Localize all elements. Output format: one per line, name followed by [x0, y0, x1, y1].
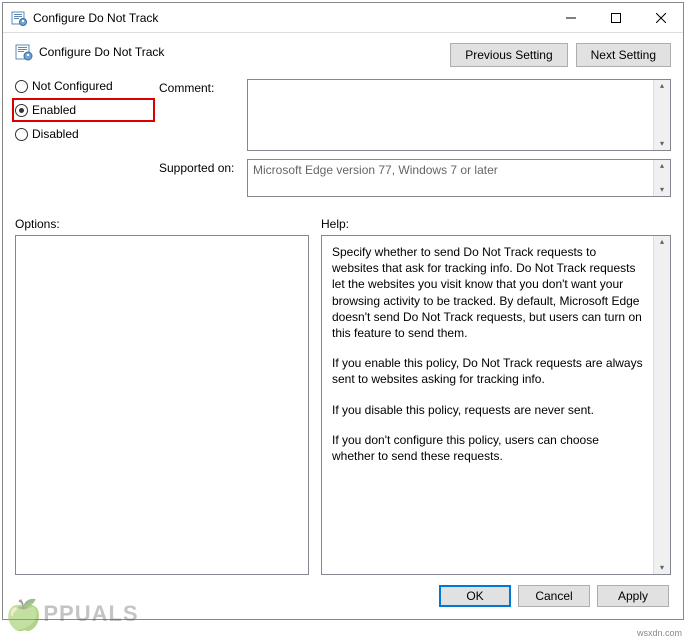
- header-row: Configure Do Not Track Previous Setting …: [15, 43, 671, 67]
- scrollbar[interactable]: ▴ ▾: [653, 160, 670, 196]
- panels: Specify whether to send Do Not Track req…: [15, 235, 671, 575]
- header-left: Configure Do Not Track: [15, 43, 164, 61]
- comment-text: [248, 80, 653, 150]
- scroll-down-icon: ▾: [660, 184, 664, 196]
- options-panel: [15, 235, 309, 575]
- dialog-window: Configure Do Not Track: [2, 2, 684, 620]
- help-p1: Specify whether to send Do Not Track req…: [332, 244, 643, 341]
- apply-button[interactable]: Apply: [597, 585, 669, 607]
- comment-input[interactable]: ▴ ▾: [247, 79, 671, 151]
- help-p2: If you enable this policy, Do Not Track …: [332, 355, 643, 387]
- mid-labels: Options: Help:: [15, 217, 671, 231]
- window-controls: [548, 3, 683, 32]
- comment-label: Comment:: [159, 79, 239, 151]
- supported-display: Microsoft Edge version 77, Windows 7 or …: [247, 159, 671, 197]
- help-p3: If you disable this policy, requests are…: [332, 402, 643, 418]
- policy-icon: [15, 43, 33, 61]
- scroll-down-icon: ▾: [660, 562, 664, 574]
- site-watermark: wsxdn.com: [637, 628, 682, 638]
- previous-setting-button[interactable]: Previous Setting: [450, 43, 567, 67]
- leaf-icon: 🍏: [5, 599, 43, 632]
- nav-buttons: Previous Setting Next Setting: [450, 43, 671, 67]
- help-panel: Specify whether to send Do Not Track req…: [321, 235, 671, 575]
- radio-enabled[interactable]: Enabled: [12, 98, 155, 122]
- scrollbar[interactable]: ▴ ▾: [653, 80, 670, 150]
- supported-label: Supported on:: [159, 159, 239, 197]
- minimize-button[interactable]: [548, 3, 593, 32]
- radio-not-configured[interactable]: Not Configured: [15, 79, 147, 93]
- radio-icon: [15, 128, 28, 141]
- state-radio-group: Not Configured Enabled Disabled: [15, 79, 147, 197]
- radio-icon: [15, 80, 28, 93]
- scroll-up-icon: ▴: [660, 160, 664, 172]
- comment-field-row: Comment: ▴ ▾: [159, 79, 671, 151]
- config-row: Not Configured Enabled Disabled Comment:: [15, 79, 671, 197]
- radio-label: Disabled: [32, 127, 79, 141]
- config-right: Comment: ▴ ▾ Supported on: Microsoft Edg…: [159, 79, 671, 197]
- radio-disabled[interactable]: Disabled: [15, 127, 147, 141]
- titlebar: Configure Do Not Track: [3, 3, 683, 33]
- supported-text: Microsoft Edge version 77, Windows 7 or …: [248, 160, 653, 196]
- cancel-button[interactable]: Cancel: [518, 585, 590, 607]
- maximize-button[interactable]: [593, 3, 638, 32]
- ok-button[interactable]: OK: [439, 585, 511, 607]
- help-label: Help:: [321, 217, 349, 231]
- help-p4: If you don't configure this policy, user…: [332, 432, 643, 464]
- scroll-down-icon: ▾: [660, 138, 664, 150]
- radio-label: Not Configured: [32, 79, 113, 93]
- options-label: Options:: [15, 217, 321, 231]
- policy-title: Configure Do Not Track: [39, 45, 164, 59]
- scroll-up-icon: ▴: [660, 236, 664, 248]
- scroll-up-icon: ▴: [660, 80, 664, 92]
- scrollbar[interactable]: ▴ ▾: [653, 236, 670, 574]
- client-area: Configure Do Not Track Previous Setting …: [3, 33, 683, 619]
- brand-watermark: 🍏PPUALS: [5, 598, 139, 633]
- close-button[interactable]: [638, 3, 683, 32]
- help-content: Specify whether to send Do Not Track req…: [322, 236, 653, 574]
- window-title: Configure Do Not Track: [33, 11, 548, 25]
- radio-icon: [15, 104, 28, 117]
- policy-file-icon: [11, 10, 27, 26]
- radio-label: Enabled: [32, 103, 76, 117]
- brand-text: PPUALS: [43, 601, 138, 626]
- next-setting-button[interactable]: Next Setting: [576, 43, 671, 67]
- supported-field-row: Supported on: Microsoft Edge version 77,…: [159, 159, 671, 197]
